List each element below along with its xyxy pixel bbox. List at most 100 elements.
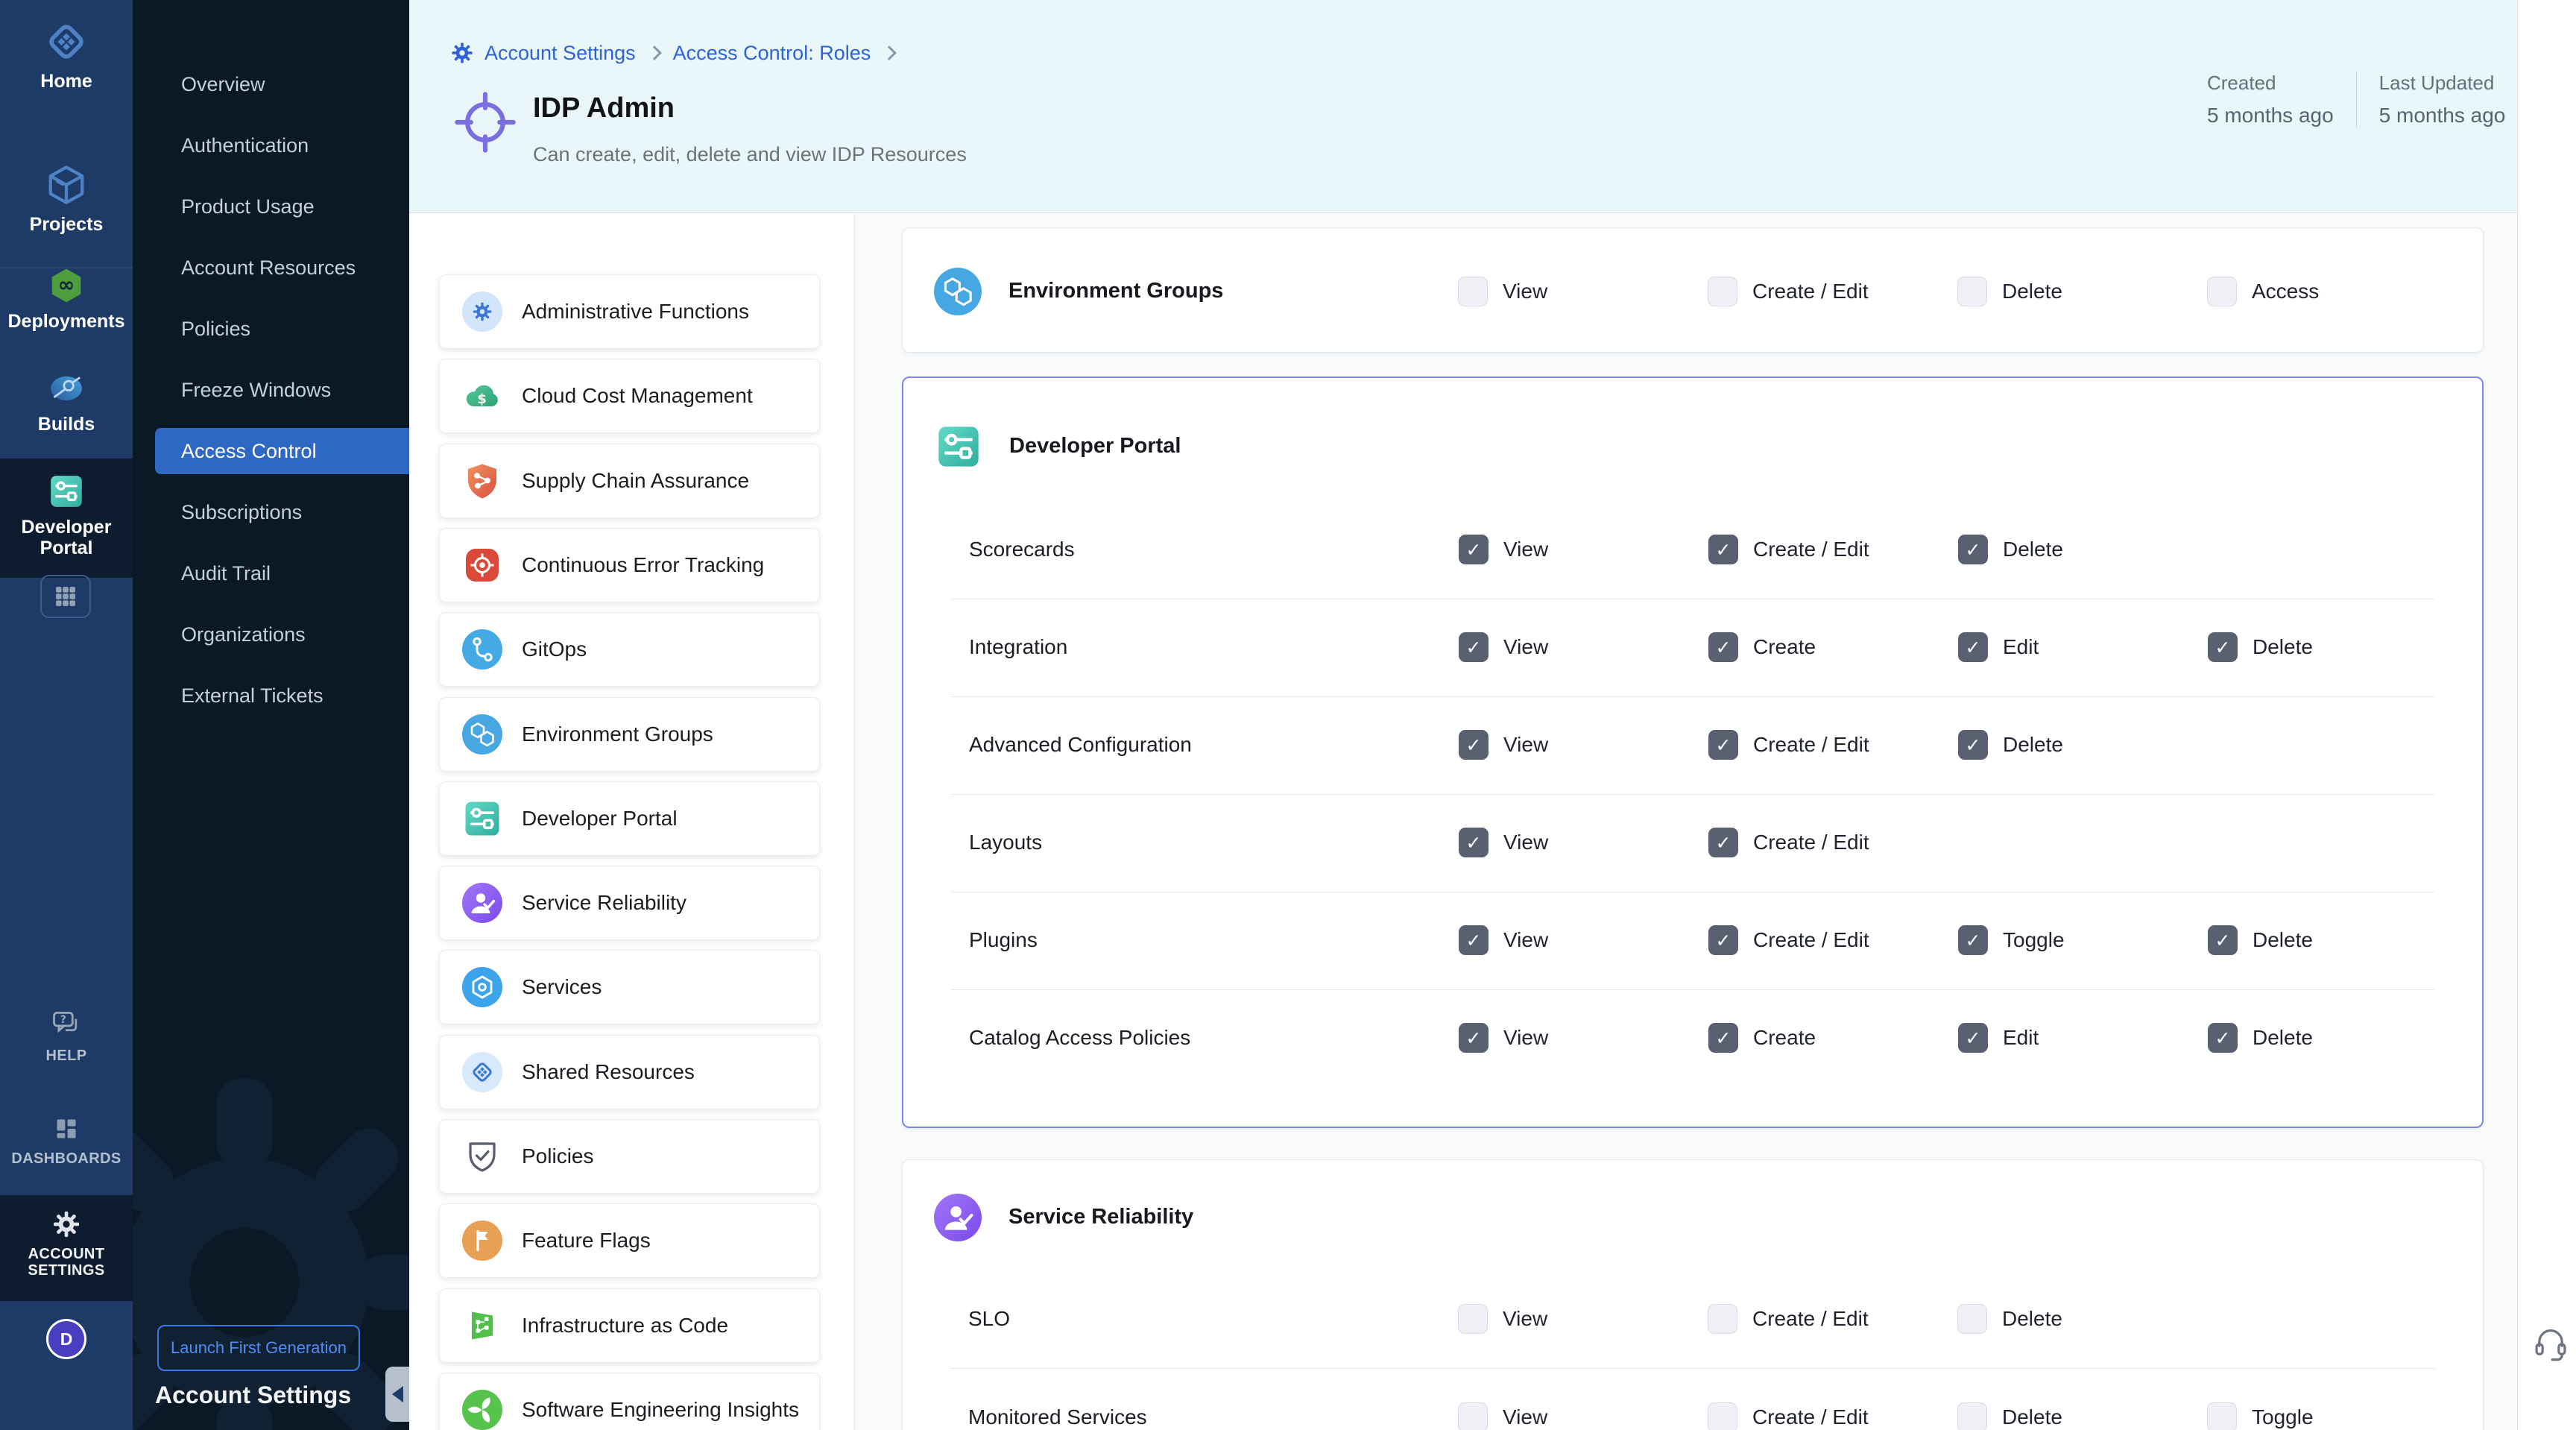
sidebar-collapse-button[interactable] [385, 1367, 409, 1422]
sidebar-item-authentication[interactable]: Authentication [133, 122, 409, 168]
sidebar-item-access-control[interactable]: Access Control [155, 428, 409, 474]
chevron-left-icon [392, 1386, 403, 1402]
checkbox-checked[interactable]: ✓ [1459, 925, 1489, 955]
checkbox-unchecked[interactable] [1708, 1402, 1737, 1430]
svg-text:?: ? [60, 1014, 66, 1026]
permission-toggle: ✓Toggle [1958, 925, 2065, 955]
checkbox-unchecked[interactable] [1458, 1304, 1488, 1334]
permission-label: Access [2252, 280, 2319, 303]
right-scroll-strip[interactable] [2517, 0, 2576, 1430]
rail-item-home[interactable]: Home [0, 19, 133, 92]
panel-title: Service Reliability [1008, 1205, 1193, 1229]
sei-propeller-icon [462, 1390, 502, 1430]
rail-item-deployments[interactable]: ∞ Deployments [0, 267, 133, 332]
sidebar-item-freeze-windows[interactable]: Freeze Windows [133, 367, 409, 413]
checkbox-checked[interactable]: ✓ [2208, 632, 2238, 662]
resource-card-label: Supply Chain Assurance [522, 469, 749, 493]
rail-item-projects[interactable]: Projects [0, 163, 133, 235]
checkbox-unchecked[interactable] [2207, 1402, 2237, 1430]
sidebar-item-policies[interactable]: Policies [133, 306, 409, 352]
checkbox-checked[interactable]: ✓ [1708, 632, 1738, 662]
rail-item-developer-portal[interactable]: Developer Portal [0, 473, 133, 558]
sidebar-item-overview[interactable]: Overview [133, 61, 409, 107]
gear-icon [0, 1209, 133, 1239]
permissions-area: Environment GroupsViewCreate / EditDelet… [855, 213, 2517, 1430]
support-headset-icon[interactable] [2531, 1324, 2570, 1363]
resource-card-environment-groups[interactable]: Environment Groups [439, 697, 820, 772]
resource-card-gitops[interactable]: GitOps [439, 612, 820, 687]
checkbox-checked[interactable]: ✓ [1459, 632, 1489, 662]
row-divider [951, 989, 2434, 990]
permission-delete: ✓Delete [2208, 632, 2313, 662]
checkbox-checked[interactable]: ✓ [1459, 828, 1489, 857]
cloud-dollar-icon: $ [462, 376, 502, 416]
permission-label: Create / Edit [1753, 733, 1869, 757]
resource-card-developer-portal[interactable]: Developer Portal [439, 781, 820, 856]
checkbox-unchecked[interactable] [1957, 277, 1987, 306]
permission-label: Delete [2253, 1026, 2313, 1050]
rail-item-help[interactable]: ? HELP [0, 1008, 133, 1064]
resource-card-service-reliability[interactable]: Service Reliability [439, 866, 820, 940]
checkbox-checked[interactable]: ✓ [1958, 925, 1988, 955]
checkbox-unchecked[interactable] [1957, 1304, 1987, 1334]
checkbox-checked[interactable]: ✓ [1708, 535, 1738, 564]
apps-grid-button[interactable] [40, 575, 91, 618]
resource-card-policies[interactable]: Policies [439, 1119, 820, 1194]
created-value: 5 months ago [2207, 104, 2334, 127]
sidebar-item-product-usage[interactable]: Product Usage [133, 183, 409, 230]
resource-card-label: Software Engineering Insights [522, 1398, 799, 1422]
breadcrumb-link-access-control-roles[interactable]: Access Control: Roles [673, 42, 871, 65]
checkbox-unchecked[interactable] [1708, 1304, 1737, 1334]
resource-card-infrastructure-as-code[interactable]: Infrastructure as Code [439, 1288, 820, 1363]
checkbox-checked[interactable]: ✓ [1708, 1023, 1738, 1053]
checkbox-checked[interactable]: ✓ [2208, 1023, 2238, 1053]
checkbox-checked[interactable]: ✓ [1958, 535, 1988, 564]
permission-create-edit: ✓Create / Edit [1708, 535, 1869, 564]
checkbox-checked[interactable]: ✓ [1459, 535, 1489, 564]
sidebar-item-audit-trail[interactable]: Audit Trail [133, 550, 409, 596]
launch-first-generation-button[interactable]: Launch First Generation [157, 1325, 360, 1371]
rail-item-account-settings[interactable]: ACCOUNT SETTINGS [0, 1209, 133, 1279]
checkbox-checked[interactable]: ✓ [1958, 730, 1988, 760]
resource-card-services[interactable]: Services [439, 950, 820, 1024]
breadcrumb-link-account-settings[interactable]: Account Settings [484, 42, 636, 65]
resource-card-supply-chain-assurance[interactable]: Supply Chain Assurance [439, 444, 820, 518]
sidebar-item-account-resources[interactable]: Account Resources [133, 245, 409, 291]
rail-item-builds[interactable]: Builds [0, 370, 133, 435]
page-header: Account Settings Access Control: Roles I… [409, 0, 2517, 213]
rail-item-label: Home [0, 71, 133, 92]
checkbox-unchecked[interactable] [1708, 277, 1737, 306]
sidebar-item-external-tickets[interactable]: External Tickets [133, 673, 409, 719]
permission-create-edit: Create / Edit [1708, 1304, 1869, 1334]
checkbox-checked[interactable]: ✓ [1459, 1023, 1489, 1053]
resource-card-shared-resources[interactable]: Shared Resources [439, 1035, 820, 1109]
checkbox-checked[interactable]: ✓ [2208, 925, 2238, 955]
checkbox-unchecked[interactable] [1957, 1402, 1987, 1430]
checkbox-checked[interactable]: ✓ [1958, 1023, 1988, 1053]
checkbox-checked[interactable]: ✓ [1708, 925, 1738, 955]
resource-card-continuous-error-tracking[interactable]: Continuous Error Tracking [439, 528, 820, 602]
resource-card-administrative-functions[interactable]: Administrative Functions [439, 274, 820, 349]
checkbox-checked[interactable]: ✓ [1459, 730, 1489, 760]
sidebar-item-subscriptions[interactable]: Subscriptions [133, 489, 409, 535]
module-rail: Home Projects ∞ Deployments Builds Devel… [0, 0, 133, 1430]
permission-label: View [1503, 1307, 1547, 1331]
resource-card-feature-flags[interactable]: Feature Flags [439, 1203, 820, 1278]
checkbox-checked[interactable]: ✓ [1958, 632, 1988, 662]
checkbox-unchecked[interactable] [2207, 277, 2237, 306]
permission-label: Delete [2002, 1307, 2062, 1331]
resource-card-cloud-cost-management[interactable]: $Cloud Cost Management [439, 359, 820, 433]
checkbox-checked[interactable]: ✓ [1708, 730, 1738, 760]
user-avatar[interactable]: D [46, 1319, 86, 1359]
gear-watermark-icon [133, 1044, 409, 1430]
rail-item-dashboards[interactable]: DASHBOARDS [0, 1114, 133, 1167]
resource-card-software-engineering-insights[interactable]: Software Engineering Insights [439, 1373, 820, 1430]
sidebar-item-organizations[interactable]: Organizations [133, 611, 409, 658]
checkbox-unchecked[interactable] [1458, 277, 1488, 306]
permission-label: Delete [2002, 1405, 2062, 1429]
panel-title: Developer Portal [1009, 434, 1181, 459]
permission-label: View [1503, 280, 1547, 303]
checkbox-unchecked[interactable] [1458, 1402, 1488, 1430]
permission-label: Delete [2003, 733, 2063, 757]
checkbox-checked[interactable]: ✓ [1708, 828, 1738, 857]
